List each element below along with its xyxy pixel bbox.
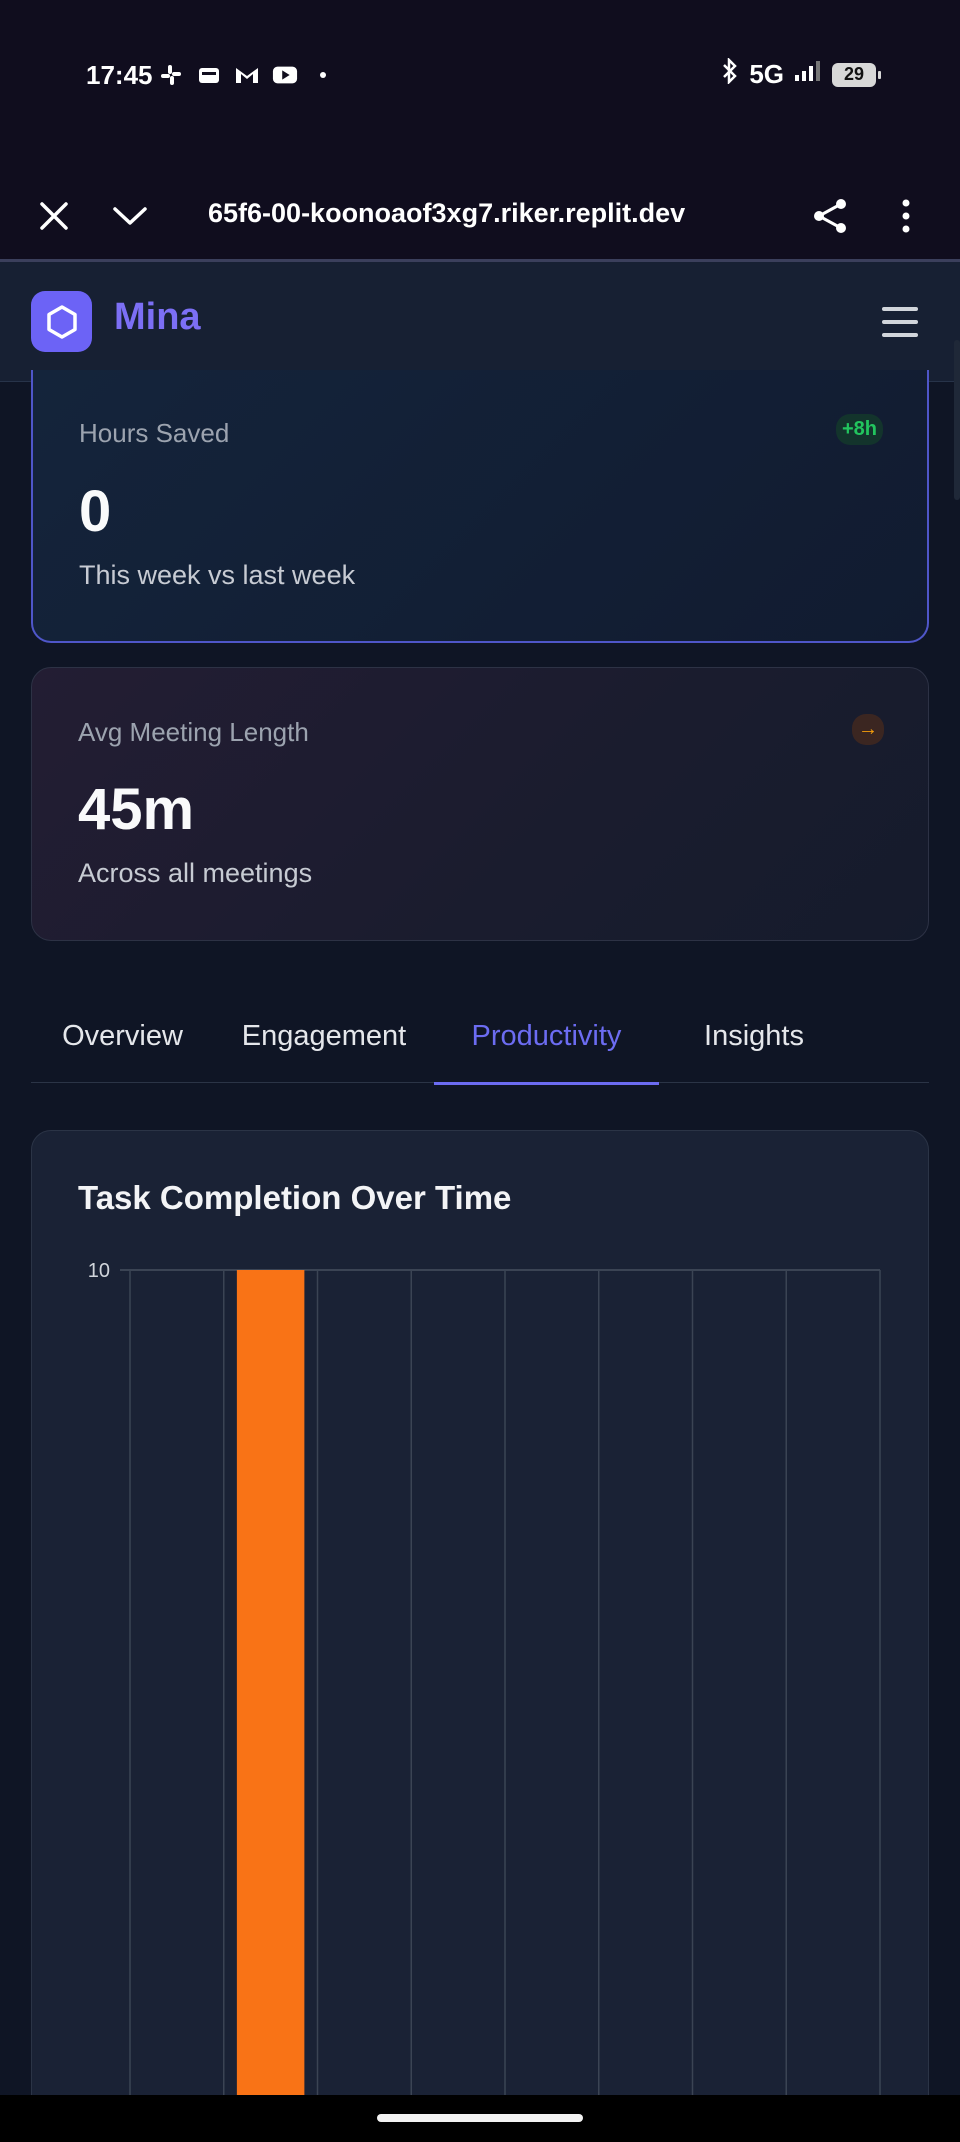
task-completion-chart: 10 [88,1260,881,2142]
system-chrome: 17:45 5G 29 65f6-00-koonoaof3xg7.riker.r… [0,0,960,262]
avg-meeting-badge: → [852,714,884,745]
app-header: Mina [0,262,960,382]
brand-name[interactable]: Mina [114,296,201,339]
tab-engagement[interactable]: Engagement [214,990,434,1083]
home-indicator[interactable] [377,2114,583,2122]
tab-productivity[interactable]: Productivity [434,990,659,1085]
network-type: 5G [749,59,784,89]
dot-icon [310,62,336,88]
y-tick-label: 10 [88,1260,110,1282]
hours-saved-label: Hours Saved [79,418,230,448]
status-right: 5G 29 [721,56,881,91]
system-nav-bar [0,2095,960,2142]
avg-meeting-subtitle: Across all meetings [78,858,313,888]
analytics-tabs: Overview Engagement Productivity Insight… [31,990,929,1085]
gmail-icon [234,62,260,88]
more-vertical-icon[interactable] [874,184,938,248]
avg-meeting-card: Avg Meeting Length → 45m Across all meet… [31,667,929,941]
hours-saved-card: Hours Saved +8h 0 This week vs last week [31,370,929,643]
battery-level: 29 [843,64,865,84]
status-bar: 17:45 5G 29 [0,0,960,150]
slack-icon [158,62,184,88]
battery-icon: 29 [832,62,881,87]
hours-saved-value: 0 [79,479,112,544]
notification-icons [158,62,336,88]
chevron-down-icon[interactable] [98,184,162,248]
share-icon[interactable] [798,184,862,248]
avg-meeting-label: Avg Meeting Length [78,717,309,747]
hours-saved-subtitle: This week vs last week [79,560,356,590]
bluetooth-icon [721,56,739,91]
task-completion-chart-card: Task Completion Over Time 10 [31,1130,929,2142]
page-scrollbar[interactable] [954,340,960,500]
hamburger-menu-icon[interactable] [870,292,930,352]
tab-overview[interactable]: Overview [31,990,214,1083]
avg-meeting-value: 45m [78,777,195,842]
url-bar[interactable]: 65f6-00-koonoaof3xg7.riker.replit.dev [208,198,685,229]
hours-saved-badge: +8h [835,414,883,445]
chart-bar [236,1270,305,2142]
browser-toolbar: 65f6-00-koonoaof3xg7.riker.replit.dev [0,170,960,262]
youtube-icon [272,62,298,88]
wallet-icon [196,62,222,88]
signal-icon [794,59,822,90]
status-time: 17:45 [86,60,153,90]
close-icon[interactable] [22,184,86,248]
hexagon-icon[interactable] [31,291,92,352]
tab-insights[interactable]: Insights [659,990,849,1083]
